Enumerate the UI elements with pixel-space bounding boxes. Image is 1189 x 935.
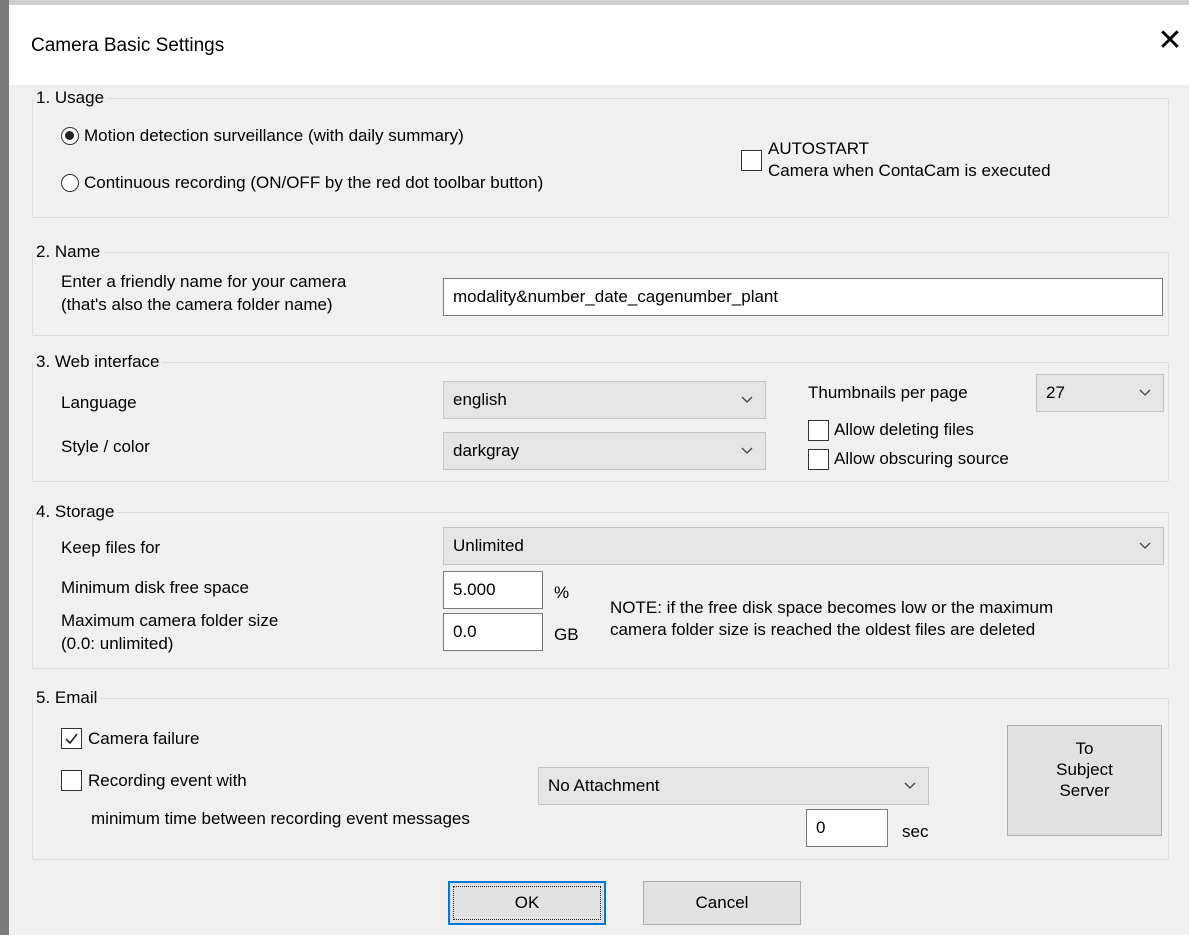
window-title: Camera Basic Settings <box>31 35 225 56</box>
chevron-down-icon <box>1139 389 1151 396</box>
usage-group <box>32 98 1169 218</box>
max-folder-size-label-line2: (0.0: unlimited) <box>61 634 174 653</box>
continuous-recording-label[interactable]: Continuous recording (ON/OFF by the red … <box>84 173 543 193</box>
ok-button[interactable]: OK <box>448 881 606 925</box>
attachment-value: No Attachment <box>548 776 660 795</box>
chevron-down-icon <box>904 782 916 789</box>
window-left-edge <box>0 0 9 935</box>
thumbnails-label: Thumbnails per page <box>808 383 968 402</box>
style-label: Style / color <box>61 437 150 456</box>
min-free-space-input[interactable]: 5.000 <box>443 571 543 609</box>
min-free-space-label: Minimum disk free space <box>61 578 250 597</box>
camera-failure-checkbox[interactable] <box>61 728 82 749</box>
camera-failure-label[interactable]: Camera failure <box>88 729 200 749</box>
chevron-down-icon <box>741 447 753 454</box>
chevron-down-icon <box>741 396 753 403</box>
autostart-label: AUTOSTART <box>768 139 870 158</box>
camera-name-input[interactable]: modality&number_date_cagenumber_plant <box>443 278 1163 316</box>
max-folder-size-unit: GB <box>554 625 579 644</box>
min-time-label: minimum time between recording event mes… <box>91 809 470 828</box>
min-free-space-unit: % <box>554 583 570 602</box>
style-value: darkgray <box>453 441 520 460</box>
usage-legend: 1. Usage <box>33 88 108 108</box>
checkmark-icon <box>65 733 78 745</box>
thumbnails-select[interactable]: 27 <box>1036 374 1164 412</box>
email-legend: 5. Email <box>33 688 101 708</box>
keep-files-label: Keep files for <box>61 538 161 557</box>
storage-legend: 4. Storage <box>33 502 118 522</box>
radio-continuous-recording[interactable] <box>61 174 79 192</box>
style-select[interactable]: darkgray <box>443 432 766 470</box>
allow-obscuring-label[interactable]: Allow obscuring source <box>834 449 1009 469</box>
to-subject-server-button[interactable]: To Subject Server <box>1007 725 1162 836</box>
radio-selected-dot <box>65 131 74 140</box>
storage-note-line1: NOTE: if the free disk space becomes low… <box>610 598 1054 617</box>
thumbnails-value: 27 <box>1046 383 1065 402</box>
keep-files-select[interactable]: Unlimited <box>443 527 1164 565</box>
language-select[interactable]: english <box>443 381 766 419</box>
close-icon[interactable]: ✕ <box>1156 26 1184 56</box>
cancel-button[interactable]: Cancel <box>643 881 801 925</box>
recording-event-label[interactable]: Recording event with <box>88 771 247 791</box>
web-interface-legend: 3. Web interface <box>33 352 163 372</box>
chevron-down-icon <box>1139 542 1151 549</box>
language-value: english <box>453 390 507 409</box>
radio-motion-detection[interactable] <box>61 127 79 145</box>
name-legend: 2. Name <box>33 242 104 262</box>
max-folder-size-input[interactable]: 0.0 <box>443 613 543 651</box>
language-label: Language <box>61 393 137 412</box>
max-folder-size-label-line1: Maximum camera folder size <box>61 611 279 630</box>
keep-files-value: Unlimited <box>453 536 524 555</box>
focus-rectangle <box>453 886 601 920</box>
name-label-line2: (that's also the camera folder name) <box>61 295 333 314</box>
autostart-sublabel: Camera when ContaCam is executed <box>768 161 1051 180</box>
name-label-line1: Enter a friendly name for your camera <box>61 272 347 291</box>
allow-deleting-label[interactable]: Allow deleting files <box>834 420 974 440</box>
storage-note-line2: camera folder size is reached the oldest… <box>610 620 1036 639</box>
cancel-label: Cancel <box>695 893 749 912</box>
motion-detection-label[interactable]: Motion detection surveillance (with dail… <box>84 126 464 146</box>
to-subject-server-line3: Server <box>1059 781 1110 800</box>
autostart-checkbox[interactable] <box>741 150 762 171</box>
to-subject-server-line1: To <box>1075 739 1094 758</box>
min-time-unit: sec <box>902 822 929 841</box>
allow-obscuring-checkbox[interactable] <box>808 449 829 470</box>
min-time-input[interactable]: 0 <box>806 809 888 847</box>
attachment-select[interactable]: No Attachment <box>538 767 929 805</box>
to-subject-server-line2: Subject <box>1056 760 1113 779</box>
allow-deleting-checkbox[interactable] <box>808 420 829 441</box>
recording-event-checkbox[interactable] <box>61 770 82 791</box>
